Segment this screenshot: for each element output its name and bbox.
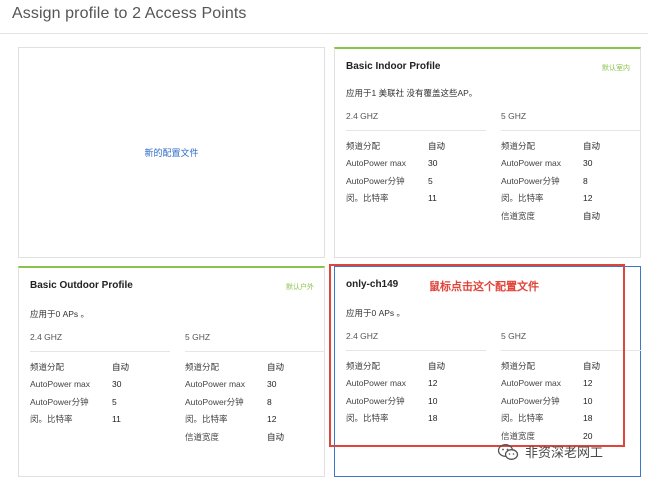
setting-row: AutoPower max 30 <box>30 376 170 394</box>
setting-value: 自动 <box>583 140 601 151</box>
setting-value: 5 <box>428 175 433 186</box>
setting-key: 闵。比特率 <box>30 414 73 425</box>
band-24ghz: 2.4 GHZ 频道分配 自动 AutoPower max 30 AutoPower… <box>30 332 170 428</box>
page-title: Assign profile to 2 Access Points <box>12 5 247 22</box>
setting-key: 频道分配 <box>346 140 381 151</box>
wechat-icon <box>497 443 519 461</box>
setting-row: 闵。比特率 12 <box>185 411 325 429</box>
band-rows: 频道分配 自动 AutoPower max 30 AutoPower分钟 5 闵。比特… <box>346 137 486 207</box>
setting-key: AutoPower分钟 <box>501 175 560 186</box>
new-profile-card[interactable]: 新的配置文件 <box>18 47 325 258</box>
setting-value: 12 <box>583 193 593 204</box>
setting-key: AutoPower max <box>185 379 245 390</box>
band-title: 5 GHZ <box>185 332 325 352</box>
setting-value: 自动 <box>267 431 285 442</box>
setting-row: 频道分配 自动 <box>346 137 486 155</box>
profile-default-tag: 默认户外 <box>286 284 314 291</box>
band-24ghz: 2.4 GHZ 频道分配 自动 AutoPower max 30 AutoPower… <box>346 111 486 207</box>
setting-key: 闵。比特率 <box>501 193 544 204</box>
setting-row: AutoPower分钟 8 <box>501 172 641 190</box>
setting-row: 闵。比特率 12 <box>501 190 641 208</box>
setting-key: AutoPower max <box>30 379 90 390</box>
setting-row: AutoPower max 30 <box>346 155 486 173</box>
setting-key: 频道分配 <box>30 361 65 372</box>
profile-name: Basic Outdoor Profile <box>30 280 133 291</box>
setting-row: AutoPower分钟 8 <box>185 393 325 411</box>
setting-key: 频道分配 <box>185 361 220 372</box>
band-5ghz: 5 GHZ 频道分配 自动 AutoPower max 30 AutoPower分钟… <box>185 332 325 446</box>
setting-value: 30 <box>583 158 593 169</box>
profile-default-tag: 默认室内 <box>602 65 630 72</box>
band-rows: 频道分配 自动 AutoPower max 30 AutoPower分钟 8 闵。比特… <box>185 358 325 446</box>
setting-value: 8 <box>583 175 588 186</box>
setting-value: 12 <box>267 414 277 425</box>
setting-value: 8 <box>267 396 272 407</box>
setting-row: AutoPower分钟 5 <box>346 172 486 190</box>
setting-key: 信道宽度 <box>185 431 220 442</box>
band-title: 5 GHZ <box>501 111 641 131</box>
band-title: 2.4 GHZ <box>30 332 170 352</box>
setting-row: 信道宽度 自动 <box>501 207 641 225</box>
setting-value: 自动 <box>267 361 285 372</box>
setting-key: AutoPower max <box>346 158 406 169</box>
setting-row: 频道分配 自动 <box>185 358 325 376</box>
setting-value: 30 <box>112 379 122 390</box>
band-5ghz: 5 GHZ 频道分配 自动 AutoPower max 30 AutoPower分钟… <box>501 111 641 225</box>
setting-key: 频道分配 <box>501 140 536 151</box>
setting-row: AutoPower max 30 <box>185 376 325 394</box>
title-bar: Assign profile to 2 Access Points <box>0 0 648 34</box>
band-rows: 频道分配 自动 AutoPower max 30 AutoPower分钟 8 闵。比特… <box>501 137 641 225</box>
setting-value: 11 <box>428 193 437 204</box>
setting-row: 闵。比特率 11 <box>346 190 486 208</box>
setting-row: 频道分配 自动 <box>30 358 170 376</box>
profile-applied-text: 应用于1 美联社 没有覆盖这些AP。 <box>346 88 478 98</box>
setting-key: AutoPower max <box>501 158 561 169</box>
setting-row: 闵。比特率 11 <box>30 411 170 429</box>
setting-row: AutoPower分钟 5 <box>30 393 170 411</box>
setting-value: 11 <box>112 414 121 425</box>
watermark: 非资深老网工 <box>497 442 603 461</box>
profile-card-indoor[interactable]: Basic Indoor Profile 默认室内 应用于1 美联社 没有覆盖这… <box>334 47 641 258</box>
setting-key: AutoPower分钟 <box>30 396 89 407</box>
setting-value: 自动 <box>428 140 446 151</box>
new-profile-link[interactable]: 新的配置文件 <box>19 48 324 257</box>
setting-key: 信道宽度 <box>501 210 536 221</box>
setting-value: 30 <box>267 379 277 390</box>
profile-name: Basic Indoor Profile <box>346 61 441 72</box>
band-rows: 频道分配 自动 AutoPower max 30 AutoPower分钟 5 闵。比特… <box>30 358 170 428</box>
band-title: 2.4 GHZ <box>346 111 486 131</box>
setting-row: 频道分配 自动 <box>501 137 641 155</box>
setting-row: 信道宽度 自动 <box>185 428 325 446</box>
setting-value: 自动 <box>112 361 130 372</box>
setting-key: 闵。比特率 <box>185 414 228 425</box>
annotation-text: 鼠标点击这个配置文件 <box>429 281 539 293</box>
setting-key: AutoPower分钟 <box>185 396 244 407</box>
profile-applied-text: 应用于0 APs 。 <box>30 309 90 319</box>
setting-key: AutoPower分钟 <box>346 175 405 186</box>
setting-value: 5 <box>112 396 117 407</box>
setting-row: AutoPower max 30 <box>501 155 641 173</box>
setting-value: 30 <box>428 158 438 169</box>
setting-value: 自动 <box>583 210 601 221</box>
watermark-text: 非资深老网工 <box>525 445 604 460</box>
profile-card-outdoor[interactable]: Basic Outdoor Profile 默认户外 应用于0 APs 。 2.… <box>18 266 325 477</box>
setting-key: 闵。比特率 <box>346 193 389 204</box>
